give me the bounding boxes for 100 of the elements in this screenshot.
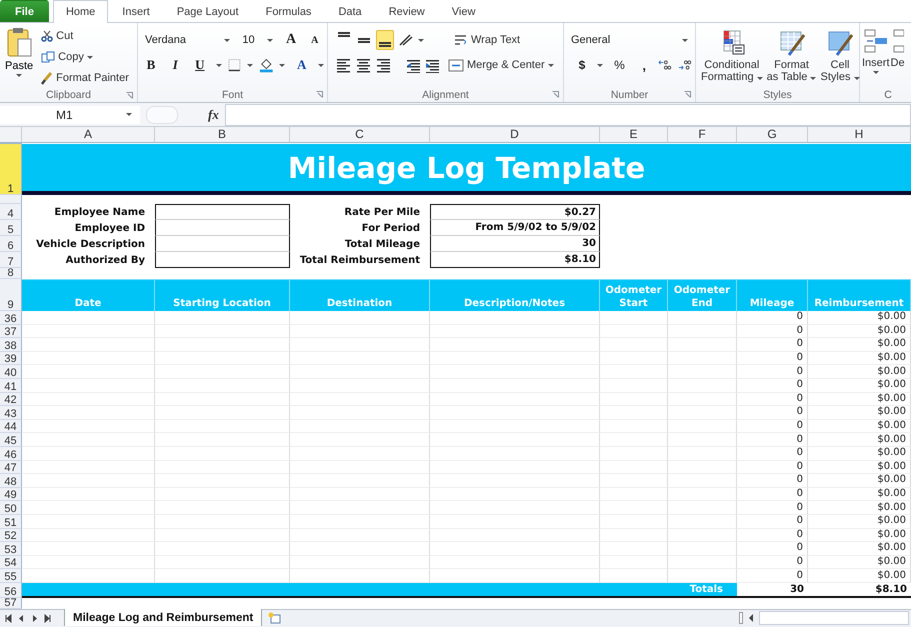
row-header[interactable]: 6 [0, 236, 22, 252]
ribbon-tab[interactable]: View [438, 0, 488, 22]
styles-button[interactable]: Conditional Formatting [699, 29, 765, 87]
dialog-launcher-icon[interactable] [552, 91, 559, 98]
row-header[interactable]: 4 [0, 204, 22, 220]
row-header[interactable]: 41 [0, 378, 22, 393]
comma-button[interactable]: , [636, 55, 652, 75]
currency-button[interactable]: $ [573, 55, 591, 75]
table-cell [668, 378, 737, 393]
insert-sheet-icon[interactable] [266, 612, 282, 624]
ribbon-tab[interactable]: Insert [109, 0, 163, 22]
row-header[interactable]: 43 [0, 406, 22, 420]
font-color-button[interactable]: A [291, 55, 312, 75]
row-header[interactable]: 1 [0, 144, 22, 195]
ribbon-tab[interactable]: Home [52, 0, 108, 23]
bold-button[interactable]: B [141, 55, 161, 75]
select-all-corner[interactable] [0, 127, 22, 142]
field-label: Employee Name [53, 206, 146, 220]
input-cell[interactable] [155, 252, 290, 268]
row-header[interactable]: 37 [0, 324, 22, 338]
insert-cells-button[interactable]: Insert [862, 29, 890, 87]
row-header[interactable]: 53 [0, 542, 22, 556]
insert-function-button[interactable]: fx [208, 106, 219, 122]
underline-button[interactable]: U [190, 55, 210, 75]
row-header[interactable]: 9 [0, 279, 22, 311]
column-header[interactable]: B [155, 127, 290, 142]
input-cell[interactable] [155, 220, 290, 236]
scroll-right-icon[interactable] [43, 614, 52, 623]
row-header[interactable]: 7 [0, 252, 22, 268]
dialog-launcher-icon[interactable] [126, 92, 133, 99]
scroll-left-icon[interactable] [17, 614, 26, 623]
row-header[interactable]: 8 [0, 268, 22, 279]
font-size-dropdown[interactable]: 10 [238, 31, 277, 49]
row-header[interactable]: 49 [0, 488, 22, 502]
row-header[interactable]: 40 [0, 365, 22, 379]
row-header[interactable]: 51 [0, 514, 22, 528]
dialog-launcher-icon[interactable] [316, 91, 323, 98]
file-menu-button[interactable]: File [0, 0, 49, 22]
formula-input-field[interactable] [224, 104, 911, 126]
row-header[interactable]: 50 [0, 501, 22, 515]
ribbon-tab[interactable]: Data [325, 0, 375, 22]
row-header[interactable]: 45 [0, 433, 22, 447]
column-header[interactable]: G [737, 127, 808, 142]
font-family-dropdown[interactable]: Verdana [141, 31, 234, 49]
table-cell [668, 392, 737, 406]
cut-button[interactable]: Cut [39, 26, 131, 46]
table-cell: 0 [737, 556, 808, 570]
horizontal-scrollbar[interactable] [759, 611, 909, 626]
percent-button[interactable]: % [608, 55, 630, 75]
delete-cells-button[interactable]: De [890, 29, 905, 87]
input-cell[interactable] [155, 236, 290, 252]
sheet-tab[interactable]: Mileage Log and Reimbursement [64, 609, 262, 626]
scroll-right-icon[interactable] [30, 614, 39, 623]
styles-button[interactable]: Cell Styles [818, 29, 862, 87]
column-header[interactable]: E [600, 127, 668, 142]
row-header[interactable]: 39 [0, 352, 22, 366]
row-header[interactable]: 42 [0, 392, 22, 406]
grow-font-button[interactable]: A [280, 30, 302, 50]
format-painter-button[interactable]: Format Painter [39, 68, 131, 88]
row-header[interactable]: 5 [0, 220, 22, 236]
input-cell[interactable] [155, 204, 290, 220]
column-header[interactable]: C [290, 127, 430, 142]
table-cell: $0.00 [808, 488, 911, 502]
split-handle-icon[interactable] [739, 612, 743, 624]
row-header[interactable]: 52 [0, 528, 22, 542]
ribbon-tab[interactable]: Review [376, 0, 438, 22]
row-header[interactable]: 36 [0, 311, 22, 325]
field-label: Rate Per Mile [343, 206, 421, 220]
row-header[interactable]: 57 [0, 598, 22, 609]
styles-button[interactable]: Format as Table [764, 29, 818, 87]
row-header[interactable]: 47 [0, 460, 22, 474]
ribbon-tab[interactable]: Page Layout [164, 0, 252, 22]
column-header[interactable]: A [22, 127, 155, 142]
formula-bar-resize-handle[interactable] [146, 106, 178, 124]
table-header-cell: Odometer Start [600, 279, 668, 311]
scroll-left-icon[interactable] [747, 613, 755, 624]
row-header[interactable]: 44 [0, 420, 22, 434]
ribbon-tab[interactable]: Formulas [252, 0, 324, 22]
wrap-text-button[interactable]: Wrap Text [452, 30, 522, 50]
column-header[interactable]: H [808, 127, 911, 142]
scroll-left-icon[interactable] [4, 614, 13, 623]
row-header[interactable]: 56 [0, 582, 22, 598]
align-bottom-button[interactable] [376, 30, 394, 50]
shrink-font-button[interactable]: A [306, 30, 324, 50]
number-format-dropdown[interactable]: General [567, 31, 692, 49]
row-header[interactable]: 46 [0, 446, 22, 461]
paste-button[interactable]: Paste [3, 26, 36, 88]
row-header[interactable]: 54 [0, 556, 22, 570]
copy-button[interactable]: Copy [39, 47, 131, 67]
column-header[interactable]: F [668, 127, 737, 142]
row-header[interactable]: 48 [0, 474, 22, 488]
row-header[interactable] [0, 195, 22, 204]
dialog-launcher-icon[interactable] [684, 91, 691, 98]
row-header[interactable]: 38 [0, 338, 22, 352]
name-box[interactable]: M1 [0, 106, 140, 124]
merge-center-button[interactable]: Merge & Center [448, 55, 554, 75]
row-header[interactable]: 55 [0, 569, 22, 583]
table-cell: 0 [737, 352, 808, 366]
italic-button[interactable]: I [166, 55, 184, 75]
column-header[interactable]: D [430, 127, 600, 142]
